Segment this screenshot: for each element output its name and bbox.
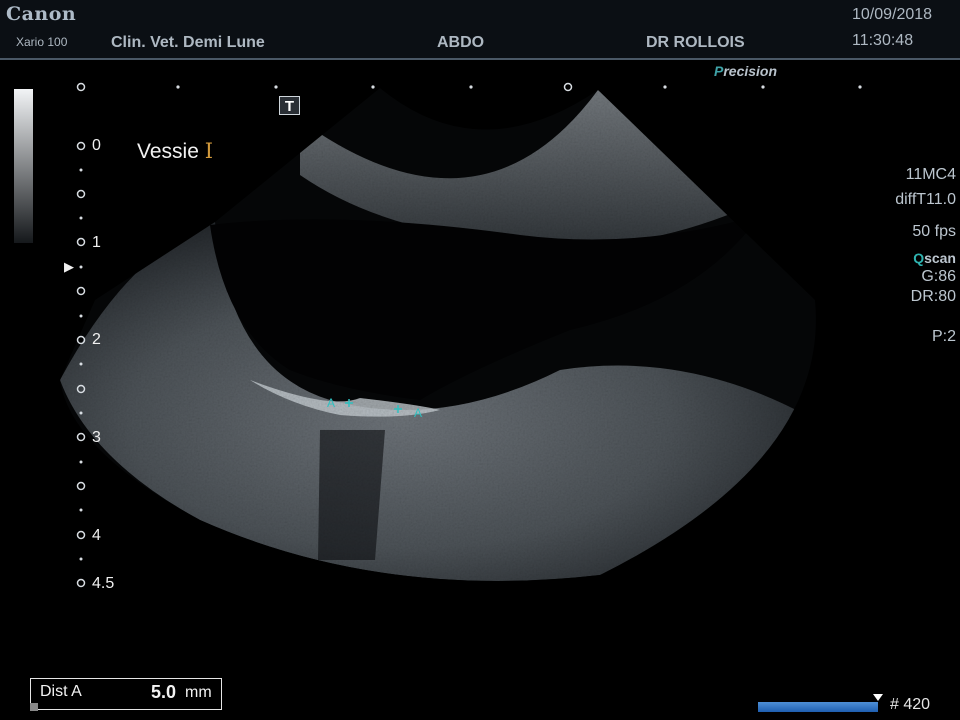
measurement-value: 5.0 xyxy=(151,682,177,702)
probe-name: 11MC4 xyxy=(905,166,956,183)
frame-rate: 50 fps xyxy=(912,223,956,240)
power-value: P:2 xyxy=(931,328,956,345)
clinic-name: Clin. Vet. Demi Lune xyxy=(111,34,265,51)
depth-scale-minor xyxy=(79,168,83,561)
depth-label-0: 0 xyxy=(92,137,101,154)
organ-annotation[interactable]: Vessie I xyxy=(137,139,213,164)
exam-type: ABDO xyxy=(437,34,485,51)
qscan-label: Qscan xyxy=(913,250,956,266)
corner-indicator xyxy=(30,703,38,711)
depth-label-4-5: 4.5 xyxy=(92,575,115,592)
device-model: Xario 100 xyxy=(16,35,68,49)
exam-time: 11:30:48 xyxy=(852,32,914,49)
caliper-start-label: A xyxy=(327,396,336,410)
depth-label-1: 1 xyxy=(92,234,101,251)
lateral-scale-dots xyxy=(176,85,862,89)
measurement-label: Dist A xyxy=(40,683,82,700)
cine-progress-bar[interactable] xyxy=(758,702,878,712)
doctor-name: DR ROLLOIS xyxy=(646,34,745,51)
depth-label-4: 4 xyxy=(92,527,101,544)
preset-name: diffT11.0 xyxy=(895,191,956,208)
lateral-scale xyxy=(76,82,573,92)
depth-label-3: 3 xyxy=(92,429,101,446)
depth-label-2: 2 xyxy=(92,331,101,348)
exam-date: 10/09/2018 xyxy=(852,6,933,23)
measurement-box: Dist A 5.0 mm xyxy=(30,678,222,710)
focus-marker-icon[interactable]: ▶ xyxy=(64,259,74,275)
brand-logo: Canon xyxy=(6,3,77,25)
text-tool-icon[interactable]: T xyxy=(279,96,300,115)
caliper-end-label: A xyxy=(414,406,423,420)
gain-value: G:86 xyxy=(921,268,956,285)
frame-number: # 420 xyxy=(890,696,931,713)
cine-position-marker-icon[interactable] xyxy=(873,694,883,701)
header-bar: Canon Xario 100 Clin. Vet. Demi Lune ABD… xyxy=(0,0,960,60)
measurement-unit: mm xyxy=(185,684,212,701)
text-cursor-icon: I xyxy=(204,139,214,163)
grayscale-bar xyxy=(14,89,33,243)
dynamic-range-value: DR:80 xyxy=(910,288,956,305)
